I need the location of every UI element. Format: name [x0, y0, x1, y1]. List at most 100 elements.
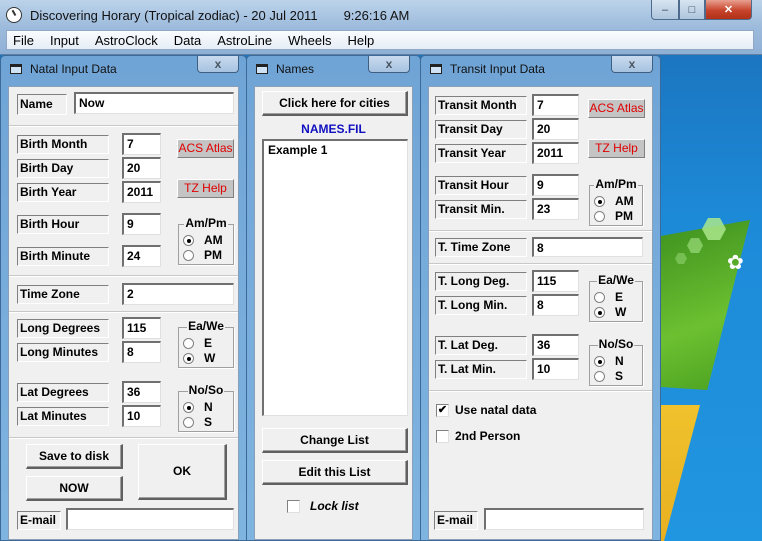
lat-degrees-input[interactable]: 36: [122, 381, 161, 403]
transit-acs-atlas-button[interactable]: ACS Atlas: [588, 99, 645, 118]
east-radio-option[interactable]: E: [183, 336, 212, 350]
transit-month-input[interactable]: 7: [532, 94, 579, 116]
transit-north-radio-option[interactable]: N: [594, 354, 624, 368]
transit-am-radio-option[interactable]: AM: [594, 194, 634, 208]
long-minutes-input[interactable]: 8: [122, 341, 161, 363]
transit-hour-input[interactable]: 9: [532, 174, 579, 196]
transit-lat-min-input[interactable]: 10: [532, 358, 579, 380]
transit-month-label: Transit Month: [435, 96, 527, 115]
radio-selected-icon[interactable]: [183, 352, 194, 364]
long-degrees-input[interactable]: 115: [122, 317, 161, 339]
radio-selected-icon[interactable]: [183, 234, 194, 246]
transit-west-radio-option[interactable]: W: [594, 305, 626, 319]
list-item[interactable]: Example 1: [268, 143, 403, 157]
save-to-disk-button[interactable]: Save to disk: [26, 444, 123, 469]
transit-east-radio-option[interactable]: E: [594, 290, 623, 304]
desktop-wallpaper: ✿: [655, 50, 762, 541]
ok-button[interactable]: OK: [138, 444, 227, 500]
transit-long-deg-label: T. Long Deg.: [435, 272, 527, 291]
radio-unselected-icon[interactable]: [594, 370, 605, 382]
minimize-button[interactable]: –: [651, 0, 679, 20]
time-zone-input[interactable]: 2: [122, 283, 234, 305]
transit-day-input[interactable]: 20: [532, 118, 579, 140]
transit-south-radio-option[interactable]: S: [594, 369, 623, 383]
name-label: Name: [17, 94, 67, 115]
lat-minutes-input[interactable]: 10: [122, 405, 161, 427]
tz-help-button[interactable]: TZ Help: [177, 179, 234, 198]
radio-selected-icon[interactable]: [183, 401, 194, 413]
radio-selected-icon[interactable]: [594, 355, 605, 367]
birth-day-input[interactable]: 20: [122, 157, 161, 179]
menu-astroclock[interactable]: AstroClock: [87, 33, 166, 48]
west-radio-option[interactable]: W: [183, 351, 215, 365]
email-label: E-mail: [17, 511, 61, 530]
transit-south-radio-label: S: [615, 369, 624, 383]
radio-unselected-icon[interactable]: [594, 291, 605, 303]
birth-year-input[interactable]: 2011: [122, 181, 161, 203]
separator: [429, 263, 652, 265]
am-radio-option[interactable]: AM: [183, 233, 223, 247]
radio-unselected-icon[interactable]: [183, 337, 194, 349]
transit-time-zone-input[interactable]: 8: [532, 237, 643, 257]
transit-close-button[interactable]: x: [611, 56, 653, 73]
north-radio-option[interactable]: N: [183, 400, 213, 414]
birth-month-input[interactable]: 7: [122, 133, 161, 155]
birth-month-label: Birth Month: [17, 135, 109, 154]
transit-north-radio-label: N: [615, 354, 624, 368]
transit-long-min-input[interactable]: 8: [532, 294, 579, 316]
use-natal-data-checkbox[interactable]: ✔: [436, 404, 449, 417]
birth-year-label: Birth Year: [17, 183, 109, 202]
transit-email-input[interactable]: [484, 508, 644, 530]
south-radio-label: S: [204, 415, 213, 429]
window-icon: [10, 64, 22, 74]
now-button[interactable]: NOW: [26, 476, 123, 501]
email-input[interactable]: [66, 508, 234, 530]
acs-atlas-button[interactable]: ACS Atlas: [177, 139, 234, 158]
names-close-button[interactable]: x: [368, 56, 410, 73]
menu-wheels[interactable]: Wheels: [280, 33, 339, 48]
pm-radio-option[interactable]: PM: [183, 248, 222, 262]
title-bar[interactable]: Discovering Horary (Tropical zodiac) - 2…: [0, 0, 762, 30]
menu-data[interactable]: Data: [166, 33, 209, 48]
menu-astroline[interactable]: AstroLine: [209, 33, 280, 48]
transit-dialog-title: Transit Input Data: [450, 62, 545, 76]
lock-list-label: Lock list: [310, 499, 359, 513]
lock-list-checkbox[interactable]: [287, 500, 300, 513]
birth-hour-input[interactable]: 9: [122, 213, 161, 235]
south-radio-option[interactable]: S: [183, 415, 212, 429]
radio-selected-icon[interactable]: [594, 306, 605, 318]
transit-east-radio-label: E: [615, 290, 624, 304]
transit-min-input[interactable]: 23: [532, 198, 579, 220]
close-button[interactable]: ✕: [705, 0, 752, 20]
transit-tz-help-button[interactable]: TZ Help: [588, 139, 645, 158]
second-person-checkbox[interactable]: [436, 430, 449, 443]
change-list-button[interactable]: Change List: [262, 428, 408, 453]
transit-year-input[interactable]: 2011: [532, 142, 579, 164]
menu-input[interactable]: Input: [42, 33, 87, 48]
click-for-cities-button[interactable]: Click here for cities: [262, 91, 408, 116]
north-south-group-title: No/So: [187, 383, 225, 397]
menu-help[interactable]: Help: [339, 33, 382, 48]
natal-dialog-title: Natal Input Data: [30, 62, 117, 76]
radio-unselected-icon[interactable]: [183, 249, 194, 261]
birth-minute-input[interactable]: 24: [122, 245, 161, 267]
north-south-group: No/So N S: [178, 383, 234, 432]
radio-selected-icon[interactable]: [594, 195, 605, 207]
maximize-button[interactable]: □: [679, 0, 705, 20]
transit-long-deg-input[interactable]: 115: [532, 270, 579, 292]
birth-hour-label: Birth Hour: [17, 215, 109, 234]
natal-input-dialog: Natal Input Data x Name Now Birth Month …: [0, 55, 247, 541]
radio-unselected-icon[interactable]: [183, 416, 194, 428]
menu-file[interactable]: File: [7, 33, 42, 48]
edit-this-list-button[interactable]: Edit this List: [262, 460, 408, 485]
transit-pm-radio-option[interactable]: PM: [594, 209, 633, 223]
natal-close-button[interactable]: x: [197, 56, 239, 73]
clock-app-icon[interactable]: [6, 7, 22, 23]
radio-unselected-icon[interactable]: [594, 210, 605, 222]
transit-lat-deg-input[interactable]: 36: [532, 334, 579, 356]
name-input[interactable]: Now: [74, 92, 234, 114]
names-listbox[interactable]: Example 1: [262, 139, 408, 416]
east-radio-label: E: [204, 336, 213, 350]
transit-input-dialog: Transit Input Data x Transit Month 7 Tra…: [420, 55, 661, 541]
separator: [9, 275, 238, 277]
